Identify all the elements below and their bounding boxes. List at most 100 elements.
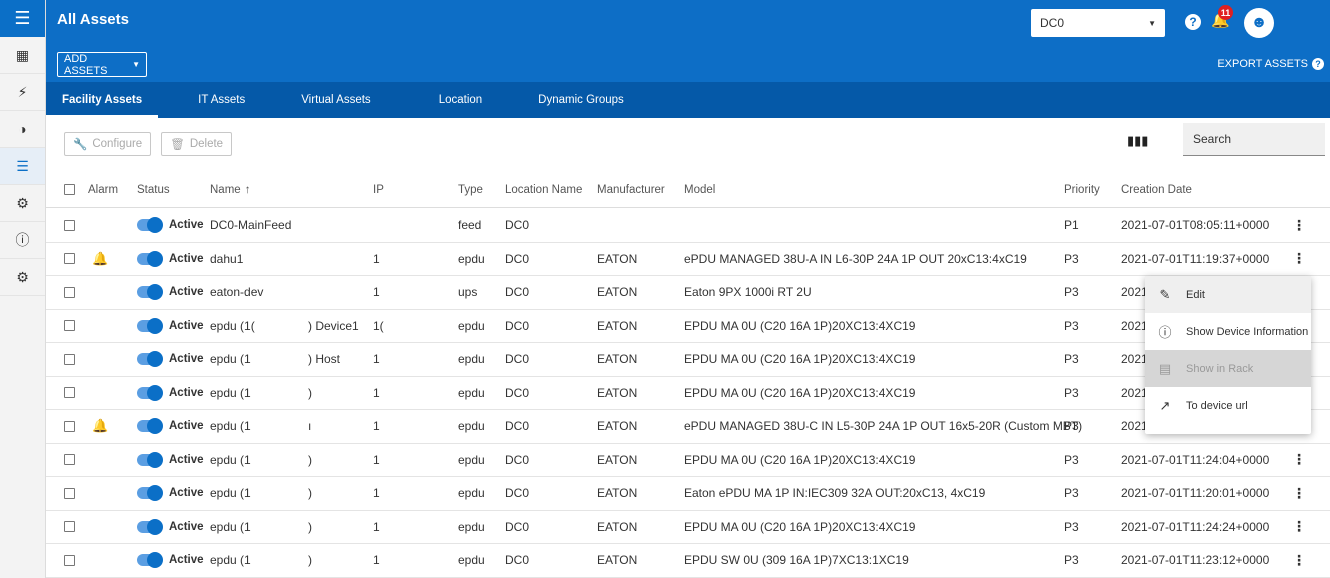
more-vert-icon[interactable]: ⋮ [1292,511,1306,544]
status-toggle[interactable] [137,250,163,267]
row-checkbox[interactable] [64,253,75,265]
header-location[interactable]: Location Name [505,172,582,207]
dc-select[interactable]: DC0 ▼ [1031,9,1165,37]
status-toggle[interactable] [137,317,163,334]
select-all-checkbox[interactable] [64,184,75,195]
export-assets-button[interactable]: EXPORT ASSETS ? [1217,58,1324,70]
table-row[interactable]: Active epdu (1() Device1 1(epdu DC0 EATON EPD… [46,310,1330,343]
assets-list-icon[interactable]: ☰ [0,148,45,185]
status-toggle[interactable] [137,552,163,569]
help-icon: ? [1312,58,1324,70]
settings-group-icon[interactable]: ⚙ [0,185,45,222]
status-toggle[interactable] [137,518,163,535]
tab-it-assets[interactable]: IT Assets [182,82,261,118]
status-toggle[interactable] [137,217,163,234]
header-type[interactable]: Type [458,172,483,207]
tab-dynamic-groups[interactable]: Dynamic Groups [522,82,640,118]
name-cell: epdu (1 [210,419,251,434]
name-cell-suffix: ) [308,519,312,534]
header-status[interactable]: Status [137,172,170,207]
header-name[interactable]: Name ↑ [210,172,250,207]
tab-location[interactable]: Location [423,82,498,118]
row-checkbox[interactable] [64,521,75,533]
delete-button[interactable]: 🗑 Delete [161,132,233,156]
row-checkbox[interactable] [64,353,75,365]
manufacturer-cell: EATON [597,251,638,266]
manufacturer-cell: EATON [597,385,638,400]
bell-icon[interactable]: 🔔 11 [1211,5,1233,29]
search-input[interactable]: Search [1183,123,1325,156]
info-icon[interactable]: ⓘ [0,222,45,259]
menu-icon[interactable]: ☰ [0,0,45,37]
gear-icon[interactable]: ⚙ [0,259,45,296]
model-cell: EPDU MA 0U (C20 16A 1P)20XC13:4XC19 [684,352,916,367]
header-alarm[interactable]: Alarm [88,172,118,207]
more-vert-icon[interactable]: ⋮ [1292,243,1306,276]
table-row[interactable]: Active epdu (1) 1 epdu DC0 EATON Eaton ePDU MA… [46,477,1330,511]
ip-cell: 1 [373,251,380,266]
status-toggle[interactable] [137,284,163,301]
creation-date-cell: 2021 [1121,285,1148,300]
manufacturer-cell: EATON [597,519,638,534]
header-priority[interactable]: Priority [1064,172,1100,207]
external-link-icon: ↗ [1159,397,1171,413]
user-avatar-icon[interactable]: ☻ [1244,8,1274,38]
more-vert-icon[interactable]: ⋮ [1292,209,1306,242]
tab-facility-assets[interactable]: Facility Assets [46,82,159,118]
name-cell: epdu (1( [210,318,255,333]
more-vert-icon[interactable]: ⋮ [1292,544,1306,577]
table-row[interactable]: Active eaton-dev 1 ups DC0 EATON Eaton 9PX 100… [46,276,1330,310]
table-row[interactable]: Active epdu (1) Host 1 epdu DC0 EATON EPDU MA … [46,343,1330,377]
dashboard-icon[interactable]: ▦ [0,37,45,74]
model-cell: Eaton 9PX 1000i RT 2U [684,285,812,300]
menu-item-to-device-url[interactable]: ↗ To device url [1145,387,1311,424]
row-checkbox[interactable] [64,420,75,432]
row-checkbox[interactable] [64,487,75,499]
contrast-icon[interactable]: ◑ [0,111,45,148]
table-row[interactable]: Active epdu (1) 1 epdu DC0 EATON EPDU MA 0U (C… [46,444,1330,477]
status-label: Active [169,386,204,399]
more-vert-icon[interactable]: ⋮ [1292,477,1306,510]
menu-item-show-device-information[interactable]: ⓘ Show Device Information [1145,313,1311,350]
header-ip[interactable]: IP [373,172,384,207]
menu-item-edit[interactable]: ✎ Edit [1145,276,1311,313]
status-toggle[interactable] [137,384,163,401]
pencil-icon: ✎ [1159,286,1171,302]
row-checkbox[interactable] [64,320,75,332]
power-plug-icon[interactable]: ⚡ [0,74,45,111]
alarm-bell-icon: 🔔 [92,418,109,434]
status-label: Active [169,487,204,500]
location-cell: DC0 [505,318,530,333]
header-model[interactable]: Model [684,172,715,207]
table-row[interactable]: Active epdu (1) 1 epdu DC0 EATON EPDU MA 0U (C… [46,511,1330,544]
name-cell: epdu (1 [210,519,251,534]
type-cell: epdu [458,318,485,333]
table-row[interactable]: Active epdu (1) 1 epdu DC0 EATON EPDU SW 0U (3… [46,544,1330,578]
location-cell: DC0 [505,519,530,534]
row-checkbox[interactable] [64,454,75,466]
status-toggle[interactable] [137,485,163,502]
header-creation-date[interactable]: Creation Date [1121,172,1192,207]
row-checkbox[interactable] [64,286,75,298]
header-manufacturer[interactable]: Manufacturer [597,172,665,207]
priority-cell: P3 [1064,419,1079,434]
status-toggle[interactable] [137,351,163,368]
status-toggle[interactable] [137,451,163,468]
table-row[interactable]: 🔔 Active dahu1 1 epdu DC0 EATON ePDU MANAGED 38… [46,243,1330,276]
location-cell: DC0 [505,285,530,300]
columns-icon[interactable]: ▮▮▮ [1127,133,1148,149]
export-assets-label: EXPORT ASSETS [1217,58,1308,70]
help-button-icon[interactable]: ? [1185,14,1201,30]
row-checkbox[interactable] [64,387,75,399]
configure-button[interactable]: 🔧 Configure [64,132,152,156]
row-checkbox[interactable] [64,219,75,231]
table-row[interactable]: 🔔 Active epdu (1 ı 1 epdu DC0 EATON ePDU MANAGED… [46,410,1330,444]
tab-virtual-assets[interactable]: Virtual Assets [285,82,386,118]
status-toggle[interactable] [137,418,163,435]
add-assets-button[interactable]: ADD ASSETS ▼ [57,52,147,77]
table-row[interactable]: Active epdu (1) 1 epdu DC0 EATON EPDU MA 0U (C… [46,377,1330,410]
table-row[interactable]: Active DC0-MainFeed feed DC0 P1 2021-07-01T08… [46,209,1330,243]
row-checkbox[interactable] [64,554,75,566]
name-cell: eaton-dev [210,285,264,300]
more-vert-icon[interactable]: ⋮ [1292,444,1306,477]
